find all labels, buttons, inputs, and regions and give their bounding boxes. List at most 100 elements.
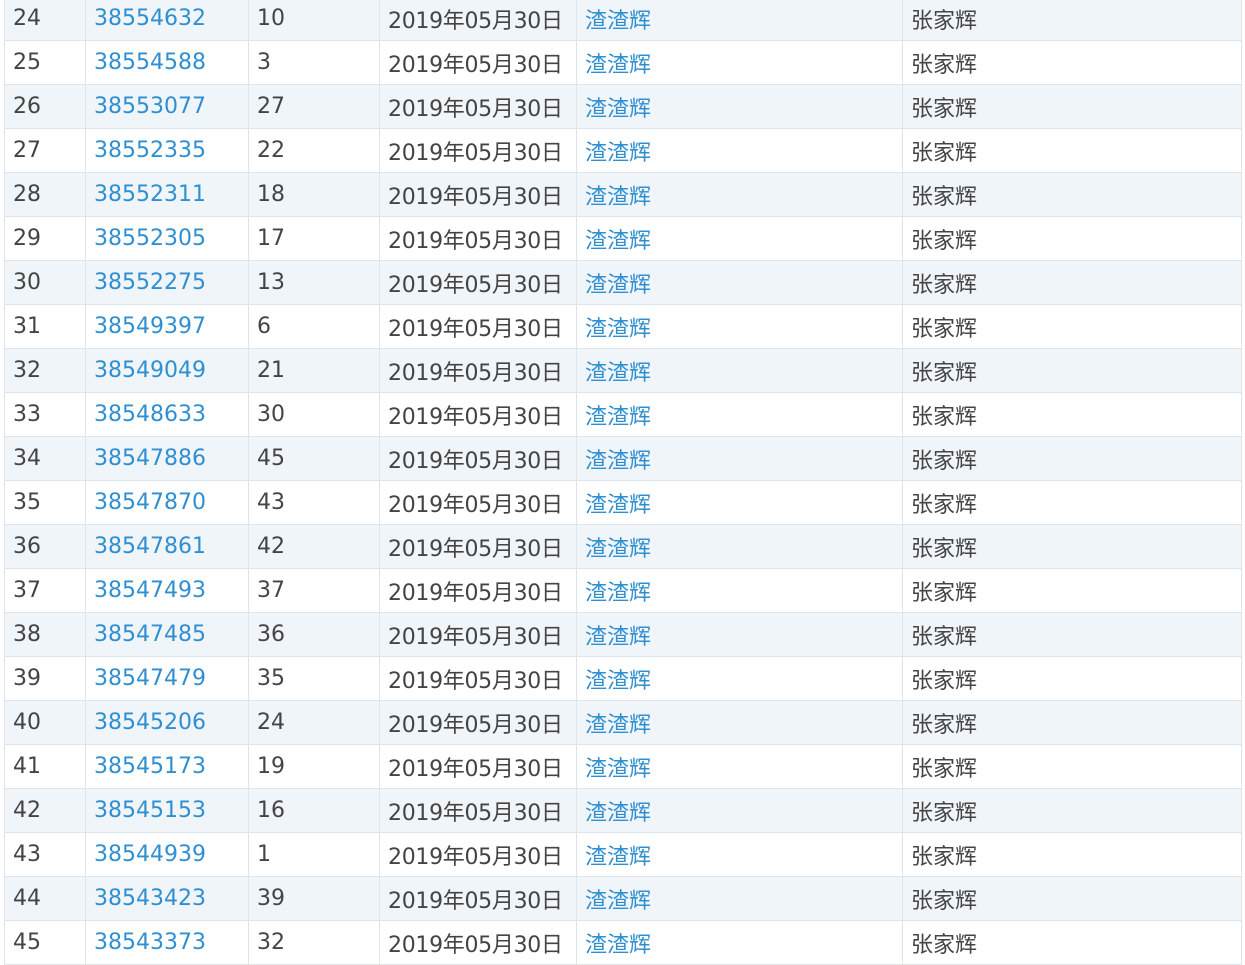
user-alias-link[interactable]: 渣渣辉 [576, 0, 903, 41]
record-id-link[interactable]: 38545173 [85, 744, 249, 789]
date-cell: 2019年05月30日 [379, 876, 577, 921]
user-alias-link[interactable]: 渣渣辉 [576, 436, 903, 481]
row-number-cell: 38 [4, 612, 86, 657]
row-number-cell: 26 [4, 84, 86, 129]
record-id-link[interactable]: 38553077 [85, 84, 249, 129]
row-number-cell: 37 [4, 568, 86, 613]
floor-cell: 21 [248, 348, 380, 393]
floor-cell: 13 [248, 260, 380, 305]
record-id-link[interactable]: 38547493 [85, 568, 249, 613]
floor-cell: 10 [248, 0, 380, 41]
user-alias-link[interactable]: 渣渣辉 [576, 40, 903, 85]
floor-cell: 19 [248, 744, 380, 789]
user-alias-link[interactable]: 渣渣辉 [576, 876, 903, 921]
row-number-cell: 36 [4, 524, 86, 569]
floor-cell: 35 [248, 656, 380, 701]
user-alias-link[interactable]: 渣渣辉 [576, 304, 903, 349]
user-name-cell: 张家辉 [902, 832, 1242, 877]
date-cell: 2019年05月30日 [379, 392, 577, 437]
user-alias-link[interactable]: 渣渣辉 [576, 920, 903, 965]
date-cell: 2019年05月30日 [379, 128, 577, 173]
user-alias-link[interactable]: 渣渣辉 [576, 216, 903, 261]
record-id-link[interactable]: 38543423 [85, 876, 249, 921]
user-name-cell: 张家辉 [902, 304, 1242, 349]
user-alias-link[interactable]: 渣渣辉 [576, 832, 903, 877]
date-cell: 2019年05月30日 [379, 700, 577, 745]
record-id-link[interactable]: 38545206 [85, 700, 249, 745]
user-alias-link[interactable]: 渣渣辉 [576, 700, 903, 745]
table-row: 38 38547485 36 2019年05月30日 渣渣辉 张家辉 [4, 612, 1242, 657]
record-id-link[interactable]: 38549049 [85, 348, 249, 393]
record-id-link[interactable]: 38547886 [85, 436, 249, 481]
record-id-link[interactable]: 38552275 [85, 260, 249, 305]
row-number-cell: 43 [4, 832, 86, 877]
row-number-cell: 45 [4, 920, 86, 965]
user-alias-link[interactable]: 渣渣辉 [576, 260, 903, 305]
user-name-cell: 张家辉 [902, 920, 1242, 965]
floor-cell: 36 [248, 612, 380, 657]
record-id-link[interactable]: 38547861 [85, 524, 249, 569]
row-number-cell: 41 [4, 744, 86, 789]
record-id-link[interactable]: 38548633 [85, 392, 249, 437]
record-id-link[interactable]: 38547485 [85, 612, 249, 657]
floor-cell: 6 [248, 304, 380, 349]
user-alias-link[interactable]: 渣渣辉 [576, 524, 903, 569]
user-name-cell: 张家辉 [902, 612, 1242, 657]
user-alias-link[interactable]: 渣渣辉 [576, 612, 903, 657]
user-alias-link[interactable]: 渣渣辉 [576, 656, 903, 701]
floor-cell: 42 [248, 524, 380, 569]
table-row: 33 38548633 30 2019年05月30日 渣渣辉 张家辉 [4, 392, 1242, 437]
date-cell: 2019年05月30日 [379, 84, 577, 129]
date-cell: 2019年05月30日 [379, 744, 577, 789]
floor-cell: 45 [248, 436, 380, 481]
record-id-link[interactable]: 38549397 [85, 304, 249, 349]
floor-cell: 24 [248, 700, 380, 745]
table-row: 32 38549049 21 2019年05月30日 渣渣辉 张家辉 [4, 348, 1242, 393]
table-row: 31 38549397 6 2019年05月30日 渣渣辉 张家辉 [4, 304, 1242, 349]
floor-cell: 27 [248, 84, 380, 129]
user-name-cell: 张家辉 [902, 788, 1242, 833]
record-id-link[interactable]: 38552305 [85, 216, 249, 261]
user-name-cell: 张家辉 [902, 524, 1242, 569]
row-number-cell: 33 [4, 392, 86, 437]
date-cell: 2019年05月30日 [379, 788, 577, 833]
user-name-cell: 张家辉 [902, 876, 1242, 921]
record-id-link[interactable]: 38544939 [85, 832, 249, 877]
record-id-link[interactable]: 38552311 [85, 172, 249, 217]
user-name-cell: 张家辉 [902, 392, 1242, 437]
user-alias-link[interactable]: 渣渣辉 [576, 480, 903, 525]
floor-cell: 3 [248, 40, 380, 85]
record-id-link[interactable]: 38545153 [85, 788, 249, 833]
user-name-cell: 张家辉 [902, 216, 1242, 261]
user-name-cell: 张家辉 [902, 568, 1242, 613]
table-row: 30 38552275 13 2019年05月30日 渣渣辉 张家辉 [4, 260, 1242, 305]
user-alias-link[interactable]: 渣渣辉 [576, 84, 903, 129]
user-name-cell: 张家辉 [902, 656, 1242, 701]
user-name-cell: 张家辉 [902, 260, 1242, 305]
user-alias-link[interactable]: 渣渣辉 [576, 568, 903, 613]
date-cell: 2019年05月30日 [379, 0, 577, 41]
row-number-cell: 44 [4, 876, 86, 921]
row-number-cell: 34 [4, 436, 86, 481]
user-alias-link[interactable]: 渣渣辉 [576, 128, 903, 173]
record-id-link[interactable]: 38543373 [85, 920, 249, 965]
record-id-link[interactable]: 38547870 [85, 480, 249, 525]
user-name-cell: 张家辉 [902, 128, 1242, 173]
floor-cell: 30 [248, 392, 380, 437]
record-id-link[interactable]: 38554588 [85, 40, 249, 85]
date-cell: 2019年05月30日 [379, 260, 577, 305]
floor-cell: 16 [248, 788, 380, 833]
user-alias-link[interactable]: 渣渣辉 [576, 788, 903, 833]
record-id-link[interactable]: 38547479 [85, 656, 249, 701]
row-number-cell: 39 [4, 656, 86, 701]
user-name-cell: 张家辉 [902, 700, 1242, 745]
record-id-link[interactable]: 38554632 [85, 0, 249, 41]
record-id-link[interactable]: 38552335 [85, 128, 249, 173]
user-alias-link[interactable]: 渣渣辉 [576, 348, 903, 393]
user-alias-link[interactable]: 渣渣辉 [576, 392, 903, 437]
user-alias-link[interactable]: 渣渣辉 [576, 744, 903, 789]
user-alias-link[interactable]: 渣渣辉 [576, 172, 903, 217]
floor-cell: 17 [248, 216, 380, 261]
date-cell: 2019年05月30日 [379, 172, 577, 217]
date-cell: 2019年05月30日 [379, 304, 577, 349]
